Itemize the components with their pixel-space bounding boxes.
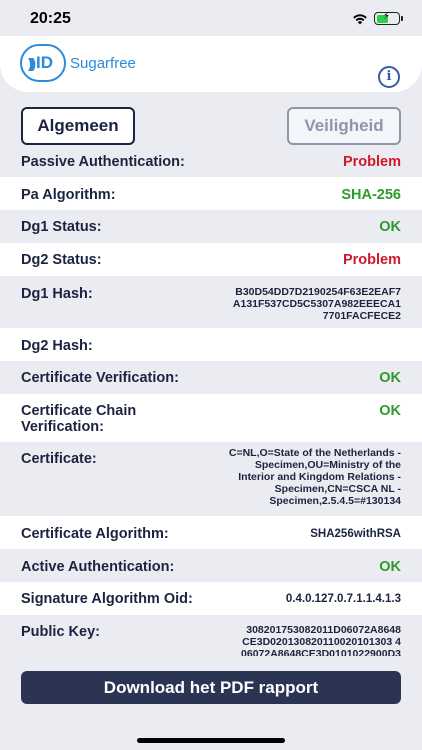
row-label: Certificate Chain Verification:: [21, 403, 136, 435]
certificate-line: Interior and Kingdom Relations -: [238, 471, 401, 483]
row-active-authentication: Active Authentication: OK: [0, 549, 422, 582]
info-icon[interactable]: i: [378, 66, 400, 88]
certificate-line: Specimen,2.5.4.5=#130134: [269, 495, 401, 507]
row-value: 308201753082011D06072A8648 CE3D020130820…: [241, 624, 401, 656]
logo-badge: ))) ID: [20, 44, 66, 82]
battery-icon: ⚡: [374, 11, 403, 25]
row-value: 0.4.0.127.0.7.1.1.4.1.3: [285, 593, 401, 605]
tab-algemeen[interactable]: Algemeen: [21, 107, 135, 145]
label-line: Verification:: [21, 419, 104, 435]
row-label: Certificate Algorithm:: [21, 526, 169, 542]
app-logo: ))) ID Sugarfree: [20, 44, 136, 82]
row-certificate-algorithm: Certificate Algorithm: SHA256withRSA: [0, 516, 422, 549]
details-list: Passive Authentication: Problem Pa Algor…: [0, 146, 422, 656]
label-line: Certificate Chain: [21, 403, 137, 419]
charging-bolt-icon: ⚡: [383, 11, 391, 22]
row-label: Pa Algorithm:: [21, 187, 116, 203]
nfc-waves-icon: ))): [28, 55, 36, 71]
wifi-icon: [353, 13, 367, 24]
home-indicator[interactable]: [137, 738, 285, 743]
certificate-line: Specimen,CN=CSCA NL -: [274, 483, 401, 495]
row-value: SHA-256: [341, 187, 401, 203]
row-label: Certificate:: [21, 451, 97, 467]
row-value: Problem: [342, 154, 401, 170]
public-key-line: 06072A8648CE3D0101022900D3: [241, 648, 401, 656]
row-passive-authentication: Passive Authentication: Problem: [0, 146, 422, 177]
row-dg1-hash: Dg1 Hash: B30D54DD7D2190254F63E2EAF7 A13…: [0, 276, 422, 328]
status-bar: 20:25 ⚡: [0, 0, 422, 40]
footer: Download het PDF rapport: [0, 656, 422, 720]
row-value: OK: [379, 219, 401, 235]
row-value: OK: [379, 370, 401, 386]
row-value: Problem: [342, 252, 401, 268]
row-value: SHA256withRSA: [310, 528, 401, 540]
row-label: Dg2 Status:: [21, 252, 102, 268]
row-label: Public Key:: [21, 624, 100, 640]
row-label: Dg1 Hash:: [21, 286, 93, 302]
row-certificate-verification: Certificate Verification: OK: [0, 361, 422, 394]
download-pdf-button[interactable]: Download het PDF rapport: [21, 671, 401, 704]
row-pa-algorithm: Pa Algorithm: SHA-256: [0, 177, 422, 210]
row-value: OK: [379, 559, 401, 575]
row-label: Active Authentication:: [21, 559, 175, 575]
row-certificate: Certificate: C=NL,O=State of the Netherl…: [0, 442, 422, 516]
hash-line: B30D54DD7D2190254F63E2EAF7: [235, 286, 401, 298]
certificate-line: C=NL,O=State of the Netherlands -: [228, 447, 401, 459]
row-label: Passive Authentication:: [21, 154, 185, 170]
status-time: 20:25: [30, 10, 71, 27]
tab-veiligheid[interactable]: Veiligheid: [287, 107, 401, 145]
row-dg1-status: Dg1 Status: OK: [0, 210, 422, 243]
row-label: Certificate Verification:: [21, 370, 179, 386]
row-dg2-hash: Dg2 Hash:: [0, 328, 422, 361]
certificate-line: Specimen,OU=Ministry of the: [254, 459, 401, 471]
row-label: Signature Algorithm Oid:: [21, 591, 193, 607]
row-signature-algorithm-oid: Signature Algorithm Oid: 0.4.0.127.0.7.1…: [0, 582, 422, 615]
status-icons: ⚡: [352, 11, 403, 25]
public-key-line: 308201753082011D06072A8648: [246, 624, 401, 636]
row-value: C=NL,O=State of the Netherlands - Specim…: [229, 447, 401, 507]
row-value: OK: [379, 403, 401, 419]
row-certificate-chain-verification: Certificate Chain Verification: OK: [0, 394, 422, 442]
hash-line: A131F537CD5C5307A982EEECA1: [232, 298, 401, 310]
row-dg2-status: Dg2 Status: Problem: [0, 243, 422, 276]
hash-line: 7701FACFECE2: [322, 310, 401, 322]
row-label: Dg2 Hash:: [21, 338, 93, 354]
row-value: B30D54DD7D2190254F63E2EAF7 A131F537CD5C5…: [233, 286, 401, 322]
logo-id-text: ID: [36, 53, 53, 72]
app-header: ))) ID Sugarfree i: [0, 36, 422, 92]
row-label: Dg1 Status:: [21, 219, 102, 235]
public-key-line: CE3D020130820110020101303 4: [242, 636, 401, 648]
logo-name: Sugarfree: [70, 54, 136, 72]
row-public-key: Public Key: 308201753082011D06072A8648 C…: [0, 615, 422, 656]
